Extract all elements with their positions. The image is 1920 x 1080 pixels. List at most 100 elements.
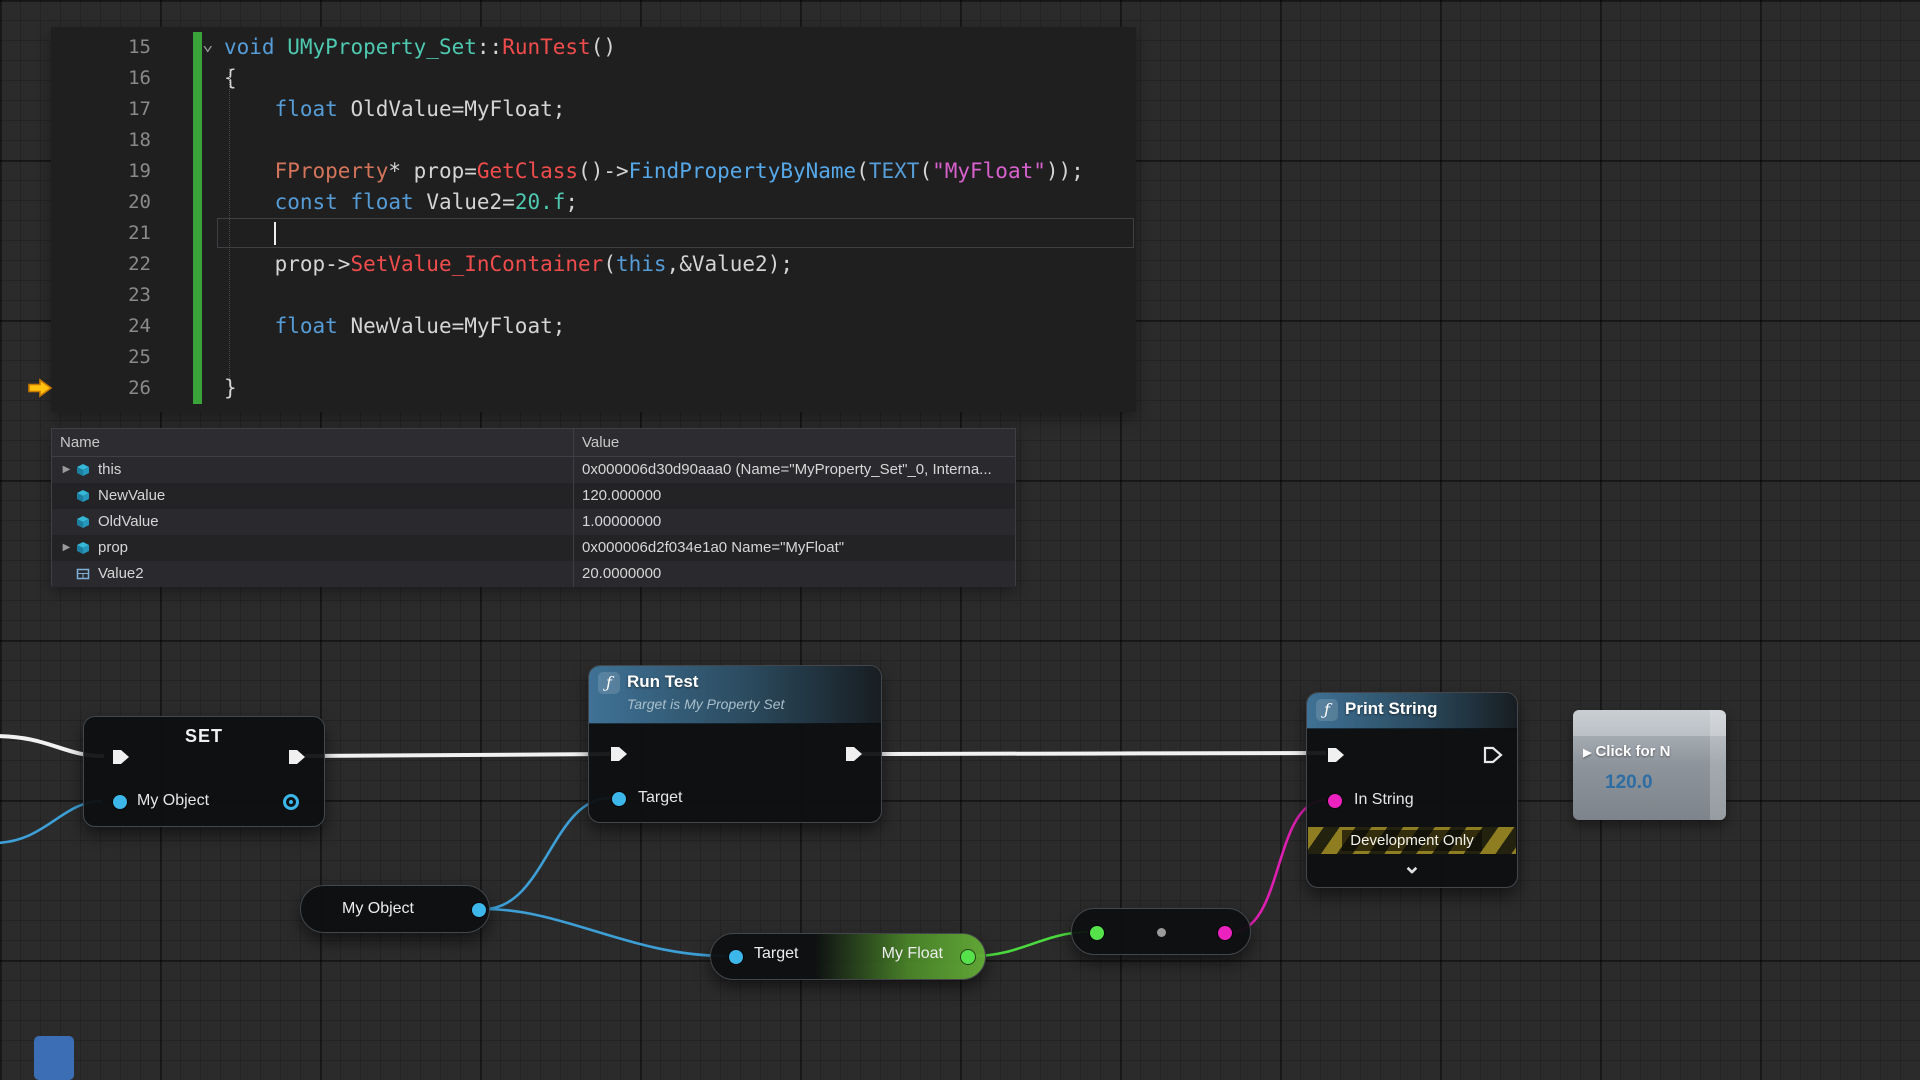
debug-watch-bubble[interactable]: ▶Click for N 120.0: [1573, 710, 1726, 820]
watch-row[interactable]: ▶ prop 0x000006d2f034e1a0 Name="MyFloat": [52, 535, 1015, 561]
conversion-output-pin[interactable]: [1218, 926, 1232, 940]
watch-name-cell: ▶this: [52, 457, 574, 483]
code-text: [224, 218, 275, 249]
run-test-title: Run Test: [627, 672, 698, 692]
modified-line-bar: [193, 249, 202, 280]
code-line[interactable]: 18: [51, 125, 1136, 156]
code-line[interactable]: 25: [51, 342, 1136, 373]
exec-wire-set-to-runtest[interactable]: [305, 754, 610, 756]
variable-name: prop: [98, 535, 128, 561]
modified-line-bar: [193, 125, 202, 156]
my-float-output-pin[interactable]: [961, 950, 975, 964]
line-number: 26: [51, 373, 151, 404]
line-number: 25: [51, 342, 151, 373]
exec-wire-runtest-to-printstring[interactable]: [861, 753, 1326, 754]
modified-line-bar: [193, 63, 202, 94]
my-object-get-node[interactable]: My Object: [300, 885, 490, 933]
set-node[interactable]: SET My Object: [83, 716, 325, 827]
run-test-node[interactable]: ƒ Run Test Target is My Property Set Tar…: [588, 665, 882, 823]
code-line[interactable]: 21: [51, 218, 1136, 249]
watch-column-name: Name: [52, 429, 574, 456]
run-test-exec-in-pin[interactable]: [609, 745, 629, 763]
watch-name-cell: OldValue: [52, 509, 574, 535]
variable-value[interactable]: 1.00000000: [574, 509, 1015, 535]
print-string-exec-out-pin[interactable]: [1483, 746, 1503, 764]
code-text: }: [224, 373, 237, 404]
line-number: 24: [51, 311, 151, 342]
variable-value[interactable]: 0x000006d2f034e1a0 Name="MyFloat": [574, 535, 1015, 561]
variable-name: Value2: [98, 561, 144, 587]
watch-name-cell: ▶ prop: [52, 535, 574, 561]
watch-row[interactable]: OldValue1.00000000: [52, 509, 1015, 535]
print-string-exec-in-pin[interactable]: [1326, 746, 1346, 764]
code-text: float NewValue=MyFloat;: [224, 311, 565, 342]
variable-value[interactable]: 0x000006d30d90aaa0 (Name="MyProperty_Set…: [574, 457, 1015, 483]
code-line[interactable]: 23: [51, 280, 1136, 311]
fold-chevron-icon[interactable]: ⌄: [202, 29, 213, 60]
run-test-target-label: Target: [638, 789, 682, 807]
struct-grid-icon: [75, 566, 91, 582]
indent-guide: [229, 68, 230, 378]
code-line[interactable]: 16{: [51, 63, 1136, 94]
code-text: FProperty* prop=GetClass()->FindProperty…: [224, 156, 1084, 187]
watch-window[interactable]: Name Value ▶this0x000006d30d90aaa0 (Name…: [51, 428, 1016, 586]
expand-arrow-icon[interactable]: ▶: [58, 535, 75, 561]
watch-row[interactable]: ▶this0x000006d30d90aaa0 (Name="MyPropert…: [52, 457, 1015, 483]
code-text: const float Value2=20.f;: [224, 187, 578, 218]
line-number: 15: [51, 32, 151, 63]
node-expand-chevron-icon[interactable]: ⌄: [1307, 849, 1517, 883]
my-float-target-label: Target: [754, 945, 798, 963]
print-string-in-string-pin[interactable]: [1328, 794, 1342, 808]
code-text: prop->SetValue_InContainer(this,&Value2)…: [224, 249, 793, 280]
print-string-node[interactable]: ƒ Print String In String Development Onl…: [1306, 692, 1518, 888]
variable-value[interactable]: 120.000000: [574, 483, 1015, 509]
modified-line-bar: [193, 280, 202, 311]
variable-value[interactable]: 20.0000000: [574, 561, 1015, 587]
modified-line-bar: [193, 342, 202, 373]
conversion-input-pin[interactable]: [1090, 926, 1104, 940]
my-float-get-node[interactable]: Target My Float: [710, 933, 986, 980]
set-exec-out-pin[interactable]: [287, 748, 307, 766]
play-icon: ▶: [1583, 747, 1591, 759]
set-node-title: SET: [84, 726, 324, 747]
current-line-highlight: [217, 218, 1134, 248]
print-string-title: Print String: [1345, 699, 1438, 719]
code-line[interactable]: 26}: [51, 373, 1136, 404]
code-editor[interactable]: 15⌄void UMyProperty_Set::RunTest()16{17 …: [51, 27, 1136, 412]
modified-line-bar: [193, 156, 202, 187]
set-my-object-output-pin[interactable]: [283, 794, 299, 810]
watch-row[interactable]: NewValue120.000000: [52, 483, 1015, 509]
watch-name-cell: Value2: [52, 561, 574, 587]
code-line[interactable]: 19 FProperty* prop=GetClass()->FindPrope…: [51, 156, 1136, 187]
modified-line-bar: [193, 218, 202, 249]
run-test-target-input-pin[interactable]: [612, 792, 626, 806]
code-line[interactable]: 15⌄void UMyProperty_Set::RunTest(): [51, 32, 1136, 63]
blueprint-graph-canvas[interactable]: { "colors": { "object_pin": "#3DB7EA", "…: [0, 0, 1920, 1080]
print-string-header: ƒ Print String: [1307, 693, 1517, 729]
my-float-target-input-pin[interactable]: [729, 950, 743, 964]
line-number: 22: [51, 249, 151, 280]
watch-row[interactable]: Value2 20.0000000: [52, 561, 1015, 587]
watch-header: Name Value: [52, 429, 1015, 457]
current-statement-arrow-icon: [27, 378, 53, 398]
modified-line-bar: [193, 311, 202, 342]
code-line[interactable]: 22 prop->SetValue_InContainer(this,&Valu…: [51, 249, 1136, 280]
my-object-output-pin[interactable]: [472, 903, 486, 917]
blue-corner-square: [34, 1036, 74, 1080]
line-number: 19: [51, 156, 151, 187]
float-to-string-conversion-node[interactable]: [1071, 908, 1251, 955]
set-exec-in-pin[interactable]: [111, 748, 131, 766]
set-my-object-input-pin[interactable]: [113, 795, 127, 809]
run-test-exec-out-pin[interactable]: [844, 745, 864, 763]
function-icon: ƒ: [1316, 699, 1338, 721]
object-wire-myobject-to-myfloat[interactable]: [484, 909, 727, 956]
line-number: 20: [51, 187, 151, 218]
code-line[interactable]: 24 float NewValue=MyFloat;: [51, 311, 1136, 342]
code-text: float OldValue=MyFloat;: [224, 94, 565, 125]
variable-box-icon: [75, 540, 91, 556]
code-line[interactable]: 17 float OldValue=MyFloat;: [51, 94, 1136, 125]
code-line[interactable]: 20 const float Value2=20.f;: [51, 187, 1136, 218]
expand-arrow-icon[interactable]: ▶: [58, 457, 75, 483]
function-icon: ƒ: [598, 672, 620, 694]
debug-bubble-header[interactable]: ▶Click for N: [1583, 743, 1709, 760]
